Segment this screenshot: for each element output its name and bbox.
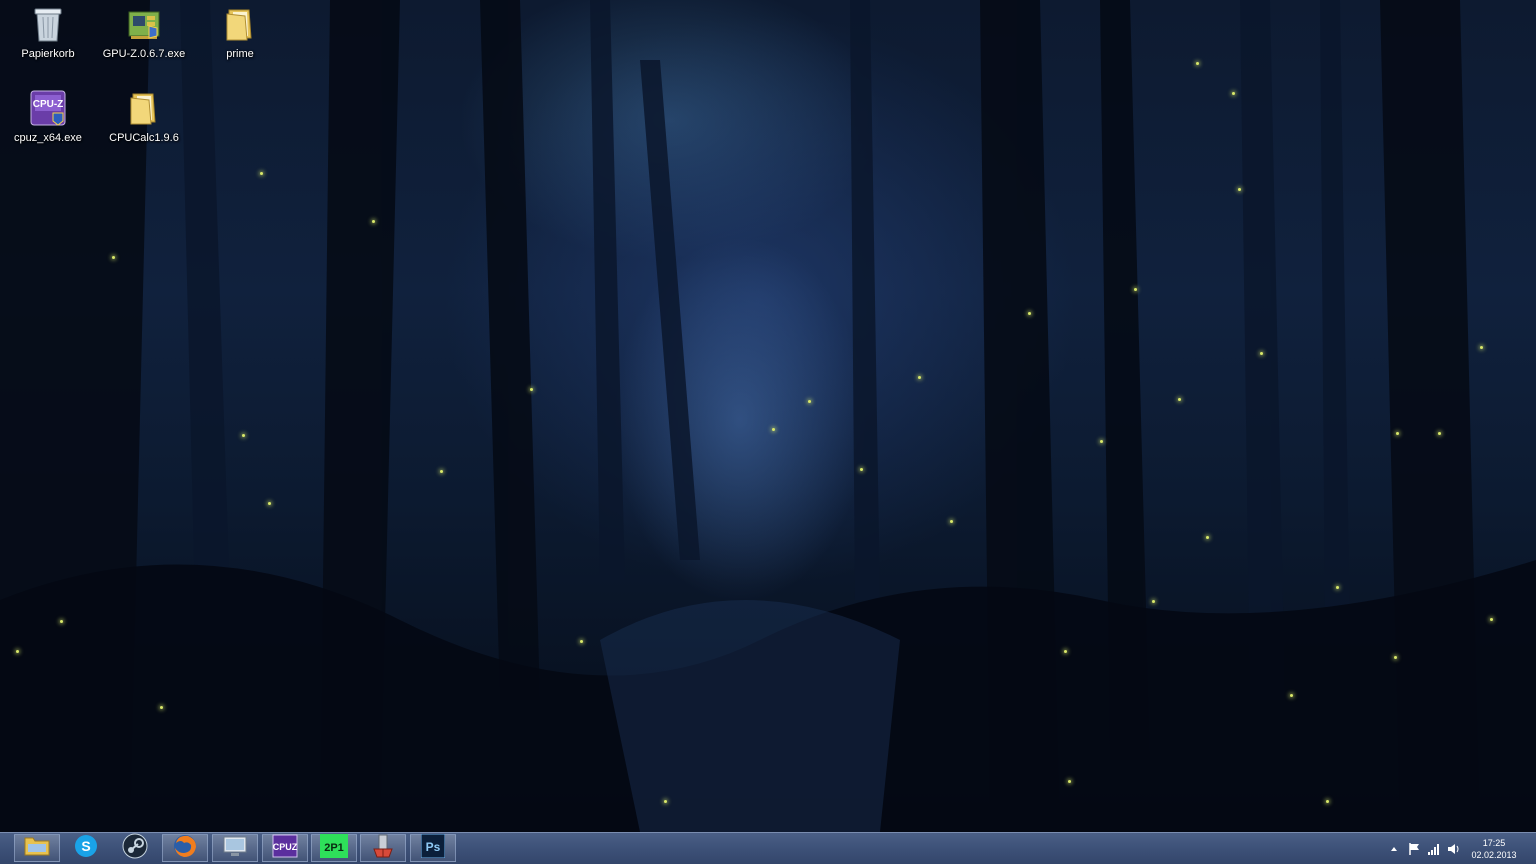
firefly [1206, 536, 1209, 539]
firefly [1326, 800, 1329, 803]
desktop-icon-label: CPUCalc1.9.6 [109, 132, 179, 144]
flag-icon[interactable] [1406, 841, 1422, 857]
volume-icon[interactable] [1446, 841, 1462, 857]
firefly [1100, 440, 1103, 443]
firefly [16, 650, 19, 653]
sound-tool-icon [370, 833, 396, 864]
firefly [530, 388, 533, 391]
firefly [1196, 62, 1199, 65]
svg-text:2P1: 2P1 [324, 842, 344, 854]
svg-text:Ps: Ps [426, 840, 441, 854]
system-tray [1386, 833, 1462, 865]
desktop-icon-gpu-z[interactable]: GPU-Z.0.6.7.exe [100, 4, 188, 60]
firefly [1480, 346, 1483, 349]
desktop-icon-label: cpuz_x64.exe [14, 132, 82, 144]
firefly [1134, 288, 1137, 291]
desktop-icon-label: prime [226, 48, 254, 60]
firefly [918, 376, 921, 379]
taskbar-button-photoshop[interactable]: Ps [410, 833, 456, 863]
desktop-background[interactable]: Papierkorb GPU-Z.0.6.7.exe prime CPU-Z c… [0, 0, 1536, 832]
firefly [860, 468, 863, 471]
desktop-icon-cpu-z[interactable]: CPU-Z cpuz_x64.exe [4, 88, 92, 144]
taskbar-button-sound-tool[interactable] [360, 834, 406, 862]
taskbar-button-cpu-z[interactable]: CPUZ [262, 834, 308, 862]
svg-text:CPUZ: CPUZ [273, 842, 298, 852]
skype-icon: S [74, 834, 98, 863]
taskbar-button-file-explorer[interactable] [14, 834, 60, 862]
gpu-z-icon [124, 4, 164, 44]
taskbar: S CPUZ 2P1 Ps 17:25 02.02.2013 [0, 832, 1536, 864]
firefly [1490, 618, 1493, 621]
desktop-icon-prime-folder[interactable]: prime [196, 4, 284, 60]
firefly [772, 428, 775, 431]
taskbar-button-skype[interactable]: S [63, 834, 109, 862]
monitor-icon [222, 834, 248, 863]
firefly [950, 520, 953, 523]
cpu-z-icon: CPUZ [272, 834, 298, 863]
forest-wallpaper [0, 0, 1536, 832]
clock-time: 17:25 [1482, 838, 1506, 848]
taskbar-button-steam[interactable] [112, 833, 158, 864]
firefly [242, 434, 245, 437]
firefly [1178, 398, 1181, 401]
firefly [1260, 352, 1263, 355]
firefly [160, 706, 163, 709]
show-hidden-icons-icon[interactable] [1386, 841, 1402, 857]
cpu-z-icon: CPU-Z [28, 88, 68, 128]
firefox-icon [172, 833, 198, 864]
firefly [1290, 694, 1293, 697]
firefly [808, 400, 811, 403]
firefly [260, 172, 263, 175]
desktop-icon-cpucalc-folder[interactable]: CPUCalc1.9.6 [100, 88, 188, 144]
firefly [268, 502, 271, 505]
firefly [1238, 188, 1241, 191]
recycle-bin-icon [28, 4, 68, 44]
taskbar-clock[interactable]: 17:25 02.02.2013 [1466, 837, 1522, 861]
firefly [580, 640, 583, 643]
firefly [664, 800, 667, 803]
folder-icon [124, 88, 164, 128]
firefly [1028, 312, 1031, 315]
folder-icon [220, 4, 260, 44]
taskbar-button-2p1[interactable]: 2P1 [311, 833, 357, 863]
folder-icon [23, 835, 51, 862]
firefly [1396, 432, 1399, 435]
firefly [1068, 780, 1071, 783]
2p1-icon: 2P1 [320, 833, 348, 863]
desktop-icon-label: GPU-Z.0.6.7.exe [102, 48, 186, 60]
desktop-icon-label: Papierkorb [21, 48, 75, 60]
firefly [60, 620, 63, 623]
steam-icon [122, 833, 148, 864]
firefly [1152, 600, 1155, 603]
firefly [372, 220, 375, 223]
photoshop-icon: Ps [420, 833, 446, 863]
taskbar-button-firefox[interactable] [162, 834, 208, 862]
firefly [1336, 586, 1339, 589]
firefly [1438, 432, 1441, 435]
svg-text:S: S [81, 838, 90, 854]
firefly [112, 256, 115, 259]
firefly [1394, 656, 1397, 659]
taskbar-button-remote-desktop[interactable] [212, 834, 258, 862]
firefly [440, 470, 443, 473]
desktop-icon-recycle-bin[interactable]: Papierkorb [4, 4, 92, 60]
svg-text:CPU-Z: CPU-Z [33, 99, 64, 110]
firefly [1064, 650, 1067, 653]
firefly [1232, 92, 1235, 95]
clock-date: 02.02.2013 [1471, 850, 1517, 860]
network-icon[interactable] [1426, 841, 1442, 857]
